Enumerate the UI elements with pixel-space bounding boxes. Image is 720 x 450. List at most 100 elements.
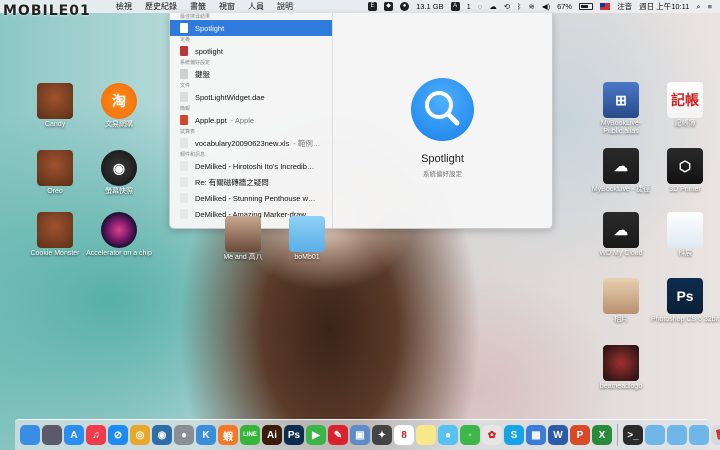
bluetooth-icon[interactable]: ᛒ xyxy=(517,2,522,11)
notes-icon[interactable] xyxy=(416,425,436,445)
chrome-icon[interactable]: ◎ xyxy=(130,425,150,445)
desktop-icon-label: 記帳簿 xyxy=(674,120,696,127)
battery-percent[interactable]: 67% xyxy=(557,2,572,11)
desktop-icon[interactable]: Cookie Monster xyxy=(20,212,90,258)
result-section-header: 簡報 xyxy=(180,106,191,112)
network-icon[interactable]: ◉ xyxy=(152,425,172,445)
dropbox-icon[interactable]: ◆ xyxy=(384,2,394,11)
heart-icon xyxy=(603,345,639,381)
result-row[interactable]: Spotlight xyxy=(170,20,332,36)
appstore-icon[interactable]: A xyxy=(64,425,84,445)
result-row[interactable]: vocabulary20090623new.xls - 範例… xyxy=(170,135,332,151)
preview-icon[interactable]: ▣ xyxy=(350,425,370,445)
menu-list-icon[interactable]: ≡ xyxy=(708,2,712,11)
result-row[interactable]: Re: 有關磁磚牆之疑問 xyxy=(170,174,332,190)
photos-icon[interactable]: ✿ xyxy=(482,425,502,445)
result-subtitle: - 範例… xyxy=(293,138,321,148)
menu-help[interactable]: 說明 xyxy=(277,1,293,12)
desktop-icon[interactable]: ⊞ MyBookLive-Public.alias xyxy=(586,82,656,136)
photoshop-icon[interactable]: Ps xyxy=(284,425,304,445)
k-app-icon[interactable]: K xyxy=(196,425,216,445)
shrimp-icon[interactable]: 蝦 xyxy=(218,425,238,445)
spotlight-app-icon xyxy=(411,78,474,141)
desktop-icon[interactable]: 記帳 記帳簿 xyxy=(650,82,720,128)
input-method[interactable]: 注音 xyxy=(617,1,632,12)
desktop-icon[interactable]: ◉ 螢幕快照 xyxy=(84,150,154,196)
desktop-icon[interactable]: ☁ MyBookLive - 捷徑 xyxy=(586,148,656,194)
cloud-icon[interactable]: ☁ xyxy=(489,2,497,11)
desktop-icon[interactable]: 科展 xyxy=(650,212,720,258)
result-row[interactable]: DeMilked - Hirotoshi Ito's Incredib… xyxy=(170,158,332,174)
desktop-icon[interactable]: Accelerator on a chip xyxy=(84,212,154,258)
menu-bookmarks[interactable]: 書籤 xyxy=(190,1,206,12)
desktop-icon[interactable]: 相片 xyxy=(586,278,656,324)
desktop-icon-label: boMb01 xyxy=(294,254,320,261)
result-row[interactable]: spotlight xyxy=(170,43,332,59)
spotlight-icon[interactable]: ⌕ xyxy=(696,2,700,12)
menu-bar: 檢視 歷史紀錄 書籤 視窗 人員 說明 E ◆ ● 13.1 GB A 1 ◌ … xyxy=(0,0,720,13)
itunes-icon[interactable]: ♫ xyxy=(86,425,106,445)
folder-icon[interactable] xyxy=(689,425,709,445)
silver-ball-icon[interactable]: ● xyxy=(174,425,194,445)
desktop-icon[interactable]: boMb01 xyxy=(272,216,342,262)
menu-people[interactable]: 人員 xyxy=(248,1,264,12)
preview-subtitle: 系統偏好設定 xyxy=(423,171,462,178)
result-row[interactable]: DeMilked - Stunning Penthouse w… xyxy=(170,190,332,206)
file-icon xyxy=(180,193,188,203)
evernote-icon[interactable]: E xyxy=(368,2,378,11)
menu-history[interactable]: 歷史紀錄 xyxy=(145,1,177,12)
photoshop-icon: Ps xyxy=(667,278,703,314)
desktop-icon[interactable]: Me and 高八 xyxy=(208,216,278,262)
wifi-icon[interactable]: ≋ xyxy=(529,2,535,11)
line-icon[interactable]: LINE xyxy=(240,425,260,445)
finder-icon[interactable] xyxy=(20,425,40,445)
dock-separator xyxy=(617,424,618,446)
messages-icon[interactable]: ● xyxy=(438,425,458,445)
result-row[interactable]: Apple.ppt - Apple xyxy=(170,112,332,128)
volume-icon[interactable]: ◀) xyxy=(542,2,550,11)
result-row[interactable]: 鍵盤 xyxy=(170,66,332,82)
chip-icon xyxy=(101,212,137,248)
time-machine-icon[interactable]: ⟲ xyxy=(504,2,510,11)
facetime-icon[interactable]: ▶ xyxy=(306,425,326,445)
file-icon xyxy=(180,138,188,148)
folder-icon[interactable] xyxy=(645,425,665,445)
notification-icon[interactable]: ◌ xyxy=(478,2,482,11)
keynote-icon[interactable]: ▦ xyxy=(526,425,546,445)
wechat-icon[interactable]: ◦ xyxy=(460,425,480,445)
file-icon xyxy=(180,23,188,33)
clock[interactable]: 週日 上午10:11 xyxy=(639,1,689,12)
desktop-icon[interactable]: 淘文易網購 xyxy=(84,83,154,129)
terminal-icon[interactable]: >_ xyxy=(623,425,643,445)
spotlight-panel: 最佳搜尋結果 Spotlight 定義 spotlight 系統偏好設定 鍵盤 文件 Spot… xyxy=(169,13,553,229)
input-indicator: 1 xyxy=(466,2,471,11)
menu-window[interactable]: 視窗 xyxy=(219,1,235,12)
flag-icon[interactable] xyxy=(600,3,611,10)
skype-icon[interactable]: S xyxy=(504,425,524,445)
folder-icon[interactable] xyxy=(667,425,687,445)
illustrator-icon[interactable]: Ai xyxy=(262,425,282,445)
menu-view[interactable]: 檢視 xyxy=(116,1,132,12)
powerpoint-icon[interactable]: P xyxy=(570,425,590,445)
memory-readout[interactable]: 13.1 GB xyxy=(416,2,444,11)
desktop-icon[interactable]: ⬡ 3D Printer xyxy=(650,148,720,194)
file-icon xyxy=(180,115,188,125)
script-icon[interactable]: ✦ xyxy=(372,425,392,445)
desktop-icon[interactable]: Ps Photoshop CS 6 32bit xyxy=(650,278,720,324)
input-badge-icon[interactable]: A xyxy=(450,2,460,11)
result-title: 鍵盤 xyxy=(195,69,210,79)
desktop-icon[interactable]: ☁ WD My Cloud xyxy=(586,212,656,258)
pin-icon[interactable]: ✎ xyxy=(328,425,348,445)
safari-icon[interactable]: ⊘ xyxy=(108,425,128,445)
result-row[interactable]: SpotLightWidget.dae xyxy=(170,89,332,105)
desktop-icon[interactable]: Candy xyxy=(20,83,90,129)
calendar-icon[interactable]: 8 xyxy=(394,425,414,445)
desktop-icon[interactable]: Oreo xyxy=(20,150,90,196)
memory-icon[interactable]: ● xyxy=(400,2,410,11)
word-icon[interactable]: W xyxy=(548,425,568,445)
trash-icon[interactable]: 🗑 xyxy=(711,425,720,445)
excel-icon[interactable]: X xyxy=(592,425,612,445)
battery-icon[interactable] xyxy=(579,3,594,10)
launchpad-icon[interactable] xyxy=(42,425,62,445)
desktop-icon[interactable]: beatheadlogo xyxy=(586,345,656,391)
